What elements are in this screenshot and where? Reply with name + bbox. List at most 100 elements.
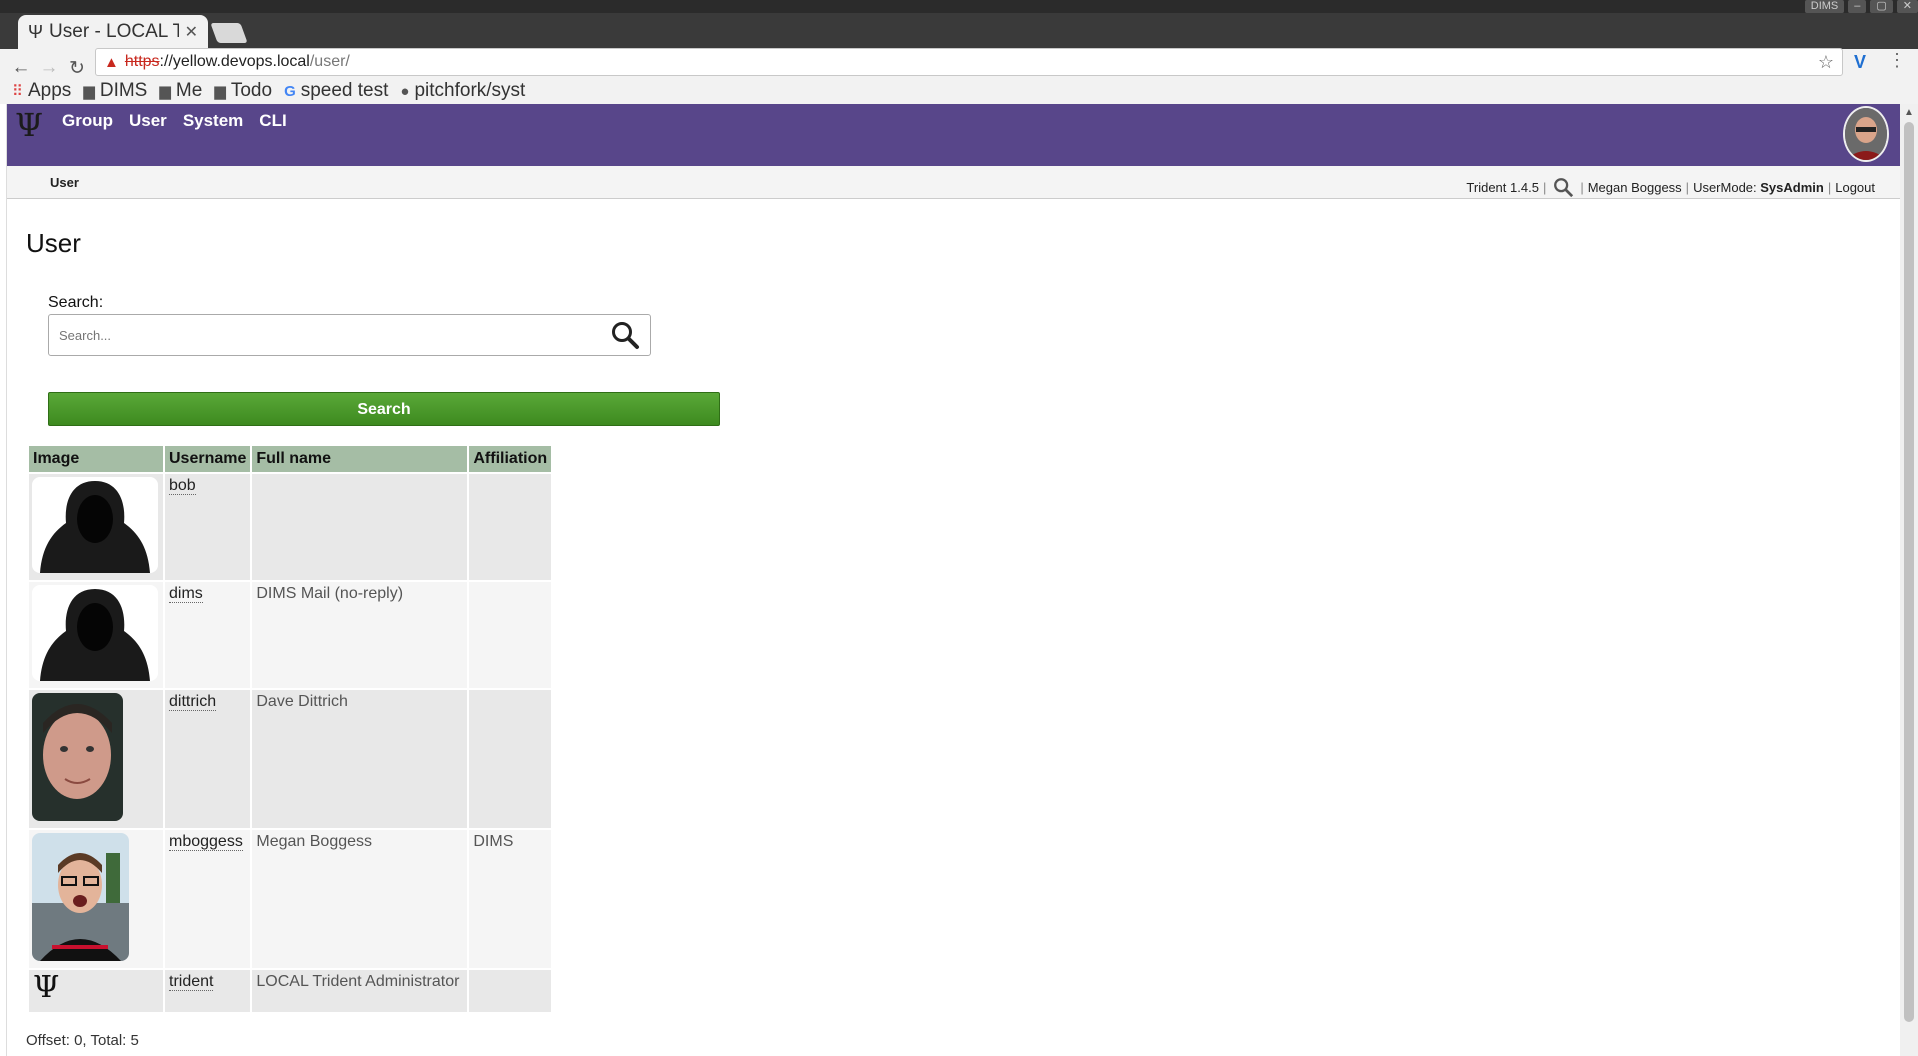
table-row: dims DIMS Mail (no-reply) (29, 582, 552, 688)
bookmark-me[interactable]: ▆ Me (159, 80, 202, 102)
bookmark-pitchfork[interactable]: ● pitchfork/syst (400, 80, 525, 102)
bookmark-label: Me (175, 80, 203, 101)
bookmark-star-icon[interactable]: ☆ (1818, 52, 1834, 73)
app-page: Ψ Group User System CLI User Trident 1.4… (6, 104, 1901, 1056)
nav-system[interactable]: System (183, 111, 243, 131)
user-info: Trident 1.4.5 | | Megan Boggess | UserMo… (1466, 176, 1875, 198)
nav-group[interactable]: Group (62, 111, 113, 131)
bookmarks-bar: ⠿ Apps ▆ DIMS ▆ Me ▆ Todo Gspeed test ● pitch… (0, 78, 1918, 104)
fullname-cell: Megan Boggess (252, 830, 468, 968)
trident-icon: Ψ (28, 21, 44, 42)
search-label: Search: (48, 294, 104, 311)
search-field[interactable] (48, 314, 651, 356)
nav-cli[interactable]: CLI (259, 111, 286, 131)
bookmark-speed-test[interactable]: Gspeed test (284, 80, 388, 102)
back-arrow-icon[interactable]: ← (10, 57, 32, 79)
nav-user[interactable]: User (129, 111, 167, 131)
users-table: Image Username Full name Affiliation bob (27, 444, 553, 1014)
affiliation-cell (469, 582, 552, 688)
fullname-cell: DIMS Mail (no-reply) (252, 582, 468, 688)
search-button[interactable]: Search (48, 392, 720, 426)
username-cell: bob (165, 474, 251, 580)
search-icon[interactable] (1552, 176, 1574, 198)
bookmark-apps[interactable]: ⠿ Apps (12, 80, 71, 102)
minimize-button[interactable]: – (1848, 0, 1867, 13)
page-scrollbar[interactable]: ▲ (1900, 104, 1918, 1056)
close-window-button[interactable]: ✕ (1896, 0, 1918, 13)
trident-logo-icon[interactable]: Ψ (15, 106, 43, 144)
image-cell (29, 690, 163, 828)
portrait-photo[interactable] (32, 693, 123, 821)
fullname-cell (252, 474, 468, 580)
hooded-silhouette-icon[interactable] (32, 477, 158, 573)
scrollbar-thumb[interactable] (1904, 122, 1914, 1022)
username-link[interactable]: trident (169, 973, 214, 991)
user-name-link[interactable]: Megan Boggess (1588, 180, 1682, 195)
search-input[interactable] (49, 319, 610, 351)
image-cell: Ψ (29, 970, 163, 1012)
reload-icon[interactable]: ↻ (66, 57, 88, 80)
version-label: Trident 1.4.5 (1466, 179, 1539, 195)
table-row: mboggess Megan Boggess DIMS (29, 830, 552, 968)
affiliation-cell (469, 970, 552, 1012)
column-header-image[interactable]: Image (29, 446, 163, 472)
image-cell (29, 582, 163, 688)
tab-strip: Ψ User - LOCAL Tri ✕ (0, 13, 1918, 49)
bookmark-label: pitchfork/syst (414, 80, 526, 101)
bookmark-todo[interactable]: ▆ Todo (214, 80, 272, 102)
tab-title: User - LOCAL Tri (49, 21, 179, 42)
username-link[interactable]: mboggess (169, 833, 243, 851)
username-cell: dims (165, 582, 251, 688)
new-tab-button[interactable] (210, 23, 248, 43)
hooded-silhouette-icon[interactable] (32, 585, 158, 681)
bookmark-dims[interactable]: ▆ DIMS (83, 80, 147, 102)
column-header-username[interactable]: Username (165, 446, 251, 472)
usermode-value[interactable]: SysAdmin (1760, 180, 1824, 195)
forward-arrow-icon[interactable]: → (38, 57, 60, 79)
page-title: User (26, 228, 81, 258)
apps-grid-icon: ⠿ (12, 83, 23, 100)
bookmark-label: speed test (300, 80, 389, 101)
folder-icon: ▆ (214, 83, 226, 100)
search-icon[interactable] (610, 320, 640, 350)
usermode-label: UserMode: (1693, 179, 1757, 195)
browser-menu-icon[interactable]: ⋮ (1888, 50, 1906, 71)
username-link[interactable]: bob (169, 477, 196, 495)
bookmark-label: Todo (230, 80, 273, 101)
maximize-button[interactable]: ▢ (1870, 0, 1893, 13)
username-link[interactable]: dittrich (169, 693, 217, 711)
image-cell (29, 474, 163, 580)
affiliation-cell (469, 474, 552, 580)
affiliation-cell (469, 690, 552, 828)
trident-logo-icon[interactable]: Ψ (33, 970, 59, 1005)
fullname-cell: LOCAL Trident Administrator (252, 970, 468, 1012)
url-path: /user/ (309, 53, 350, 70)
browser-tab[interactable]: Ψ User - LOCAL Tri ✕ (18, 15, 208, 49)
username-cell: mboggess (165, 830, 251, 968)
address-bar[interactable]: ▲ https ://yellow.devops.local /user/ ☆ (95, 48, 1843, 76)
insecure-warning-icon: ▲ (104, 53, 119, 71)
table-header-row: Image Username Full name Affiliation (29, 446, 552, 472)
window-label: DIMS (1804, 0, 1845, 13)
portrait-photo[interactable] (32, 833, 129, 961)
scroll-up-icon[interactable]: ▲ (1904, 107, 1914, 118)
pagination-status: Offset: 0, Total: 5 (26, 1032, 139, 1049)
username-link[interactable]: dims (169, 585, 203, 603)
app-navbar: Ψ Group User System CLI (7, 104, 1901, 166)
username-cell: dittrich (165, 690, 251, 828)
close-tab-icon[interactable]: ✕ (185, 22, 198, 42)
user-avatar[interactable] (1843, 106, 1889, 162)
column-header-affiliation[interactable]: Affiliation (469, 446, 552, 472)
fullname-cell: Dave Dittrich (252, 690, 468, 828)
folder-icon: ▆ (83, 83, 95, 100)
table-row: bob (29, 474, 552, 580)
column-header-fullname[interactable]: Full name (252, 446, 468, 472)
bookmark-label: DIMS (99, 80, 148, 101)
logout-link[interactable]: Logout (1835, 180, 1875, 195)
window-controls: DIMS – ▢ ✕ (1804, 0, 1918, 13)
breadcrumb[interactable]: User (50, 175, 79, 190)
github-icon: ● (400, 82, 410, 100)
google-icon: G (284, 82, 296, 100)
url-protocol: https (124, 53, 160, 70)
extension-icon[interactable]: V (1854, 52, 1866, 73)
